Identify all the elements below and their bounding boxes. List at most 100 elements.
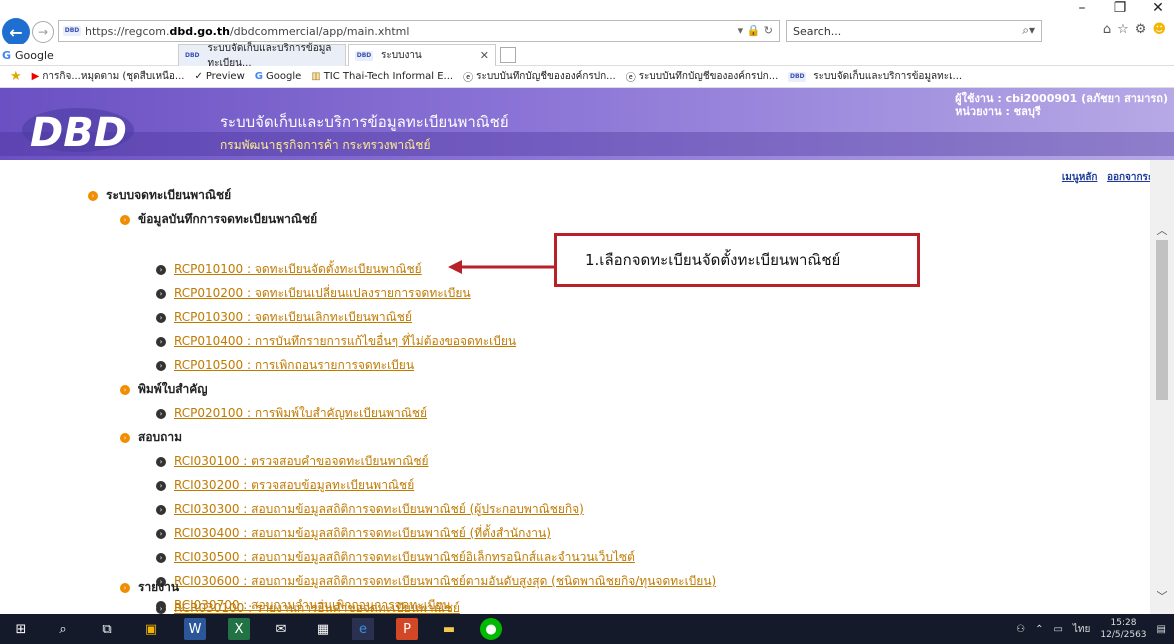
callout-arrow-icon [448,260,554,274]
menu-item[interactable]: › RCP010500 : การเพิกถอนรายการจดทะเบียน [156,356,414,375]
favorite-item[interactable]: ▥ TIC Thai-Tech Informal E... [311,71,453,82]
bullet-icon: › [156,312,166,323]
windows-taskbar: ⊞ ⌕ ⧉ ▣ W X ✉ ▦ e P ▬ ● ⚇ ⌃ ▭ ไทย 15:28 … [0,614,1174,644]
back-button[interactable]: ← [2,18,30,46]
menu-item[interactable]: › RCI030400 : สอบถามข้อมูลสถิติการจดทะเบี… [156,524,551,543]
search-icon[interactable]: ⌕▾ [1022,23,1035,38]
new-tab-button[interactable] [500,47,516,63]
google-label: Google [15,48,54,62]
tab-dbd-system[interactable]: DBD ระบบจัดเก็บและบริการข้อมูลทะเบียน... [178,43,346,69]
mail-icon[interactable]: ✉ [270,618,292,640]
menu-link[interactable]: RCI030300 : สอบถามข้อมูลสถิติการจดทะเบีย… [174,500,584,519]
menu-item[interactable]: › RCP010200 : จดทะเบียนเปลี่ยนแปลงรายการจ… [156,284,471,303]
tray-chevron-icon[interactable]: ⌃ [1035,624,1043,635]
forward-button[interactable]: → [32,21,54,43]
menu-item[interactable]: › RCI030300 : สอบถามข้อมูลสถิติการจดทะเบี… [156,500,584,519]
favorite-item[interactable]: DBD ระบบจัดเก็บและบริการข้อมูลทะเ... [788,69,962,84]
menu-item[interactable]: › RCP020100 : การพิมพ์ใบสำคัญทะเบียนพาณิช… [156,404,427,423]
favorites-bar: ★ ▶ การกิจ...หมุดตาม (ชุดสืบเหนือ... ✓ Pre… [0,66,1174,88]
favorite-item[interactable]: ⓔ ระบบบันทึกบัญชีขององค์กรปก... [463,69,616,84]
scrollbar-thumb[interactable] [1156,240,1168,400]
excel-icon[interactable]: X [228,618,250,640]
close-tab-icon[interactable]: ✕ [480,49,489,62]
url-field[interactable]: DBD https://regcom.dbd.go.th/dbdcommerci… [58,20,780,42]
menu-link[interactable]: RCP010400 : การบันทึกรายการแก้ไขอื่นๆ ที… [174,332,516,351]
menu-link[interactable]: RCP010500 : การเพิกถอนรายการจดทะเบียน [174,356,414,375]
menu-link[interactable]: RCI030500 : สอบถามข้อมูลสถิติการจดทะเบีย… [174,548,635,567]
user-line: ผู้ใช้งาน : cbi2000901 (ลภัชยา สามารถ) [955,92,1168,105]
close-button[interactable]: ✕ [1148,0,1168,16]
menu-section-print: › พิมพ์ใบสำคัญ [120,380,208,399]
section-label: สอบถาม [138,430,183,444]
search-input[interactable]: Search... ⌕▾ [786,20,1042,42]
google-bookmark[interactable]: G Google [2,46,162,64]
bullet-icon: › [156,408,166,419]
bullet-icon: › [156,288,166,299]
internet-explorer-icon[interactable]: e [352,618,374,640]
svg-text:DBD: DBD [30,110,127,156]
clock[interactable]: 15:28 12/5/2563 [1100,617,1146,641]
favorite-item[interactable]: ▶ การกิจ...หมุดตาม (ชุดสืบเหนือ... [32,69,185,84]
site-subtitle: กรมพัฒนาธุรกิจการค้า กระทรวงพาณิชย์ [220,138,431,152]
settings-gear-icon[interactable]: ⚙ [1135,22,1147,37]
notifications-icon[interactable]: ▤ [1157,624,1166,635]
calculator-icon[interactable]: ▦ [312,618,334,640]
menu-item[interactable]: › RCP010300 : จดทะเบียนเลิกทะเบียนพาณิชย์ [156,308,412,327]
menu-item[interactable]: › RCI030100 : ตรวจสอบคำขอจดทะเบียนพาณิชย์ [156,452,429,471]
windows-start-icon[interactable]: ⊞ [10,618,32,640]
menu-link[interactable]: RCI030200 : ตรวจสอบข้อมูลทะเบียนพาณิชย์ [174,476,414,495]
header-band [0,132,1174,156]
menu-item[interactable]: › RCI030200 : ตรวจสอบข้อมูลทะเบียนพาณิชย์ [156,476,414,495]
window-controls: – ❐ ✕ [1072,0,1168,16]
menu-link[interactable]: RCI030100 : ตรวจสอบคำขอจดทะเบียนพาณิชย์ [174,452,429,471]
unit-line: หน่วยงาน : ชลบุรี [955,105,1041,118]
bullet-icon: › [156,360,166,371]
bullet-icon: › [156,336,166,347]
dbd-favicon-icon: DBD [63,26,81,36]
favorite-item[interactable]: ⓔ ระบบบันทึกบัญชีขององค์กรปก... [626,69,779,84]
menu-link[interactable]: RCI030400 : สอบถามข้อมูลสถิติการจดทะเบีย… [174,524,551,543]
word-icon[interactable]: W [184,618,206,640]
menu-link[interactable]: RCP010300 : จดทะเบียนเลิกทะเบียนพาณิชย์ [174,308,412,327]
file-explorer-icon[interactable]: ▬ [438,618,460,640]
line-app-icon[interactable]: ● [480,618,502,640]
menu-link[interactable]: RCP010200 : จดทะเบียนเปลี่ยนแปลงรายการจด… [174,284,471,303]
menu-section-inquiry: › สอบถาม [120,428,182,447]
menu-item[interactable]: › RCI030600 : สอบถามข้อมูลสถิติการจดทะเบี… [156,572,716,591]
scroll-down-arrow-icon[interactable]: ﹀ [1150,588,1174,604]
people-icon[interactable]: ⚇ [1016,624,1025,635]
bullet-icon: › [156,504,166,515]
menu-link[interactable]: RCP020100 : การพิมพ์ใบสำคัญทะเบียนพาณิชย… [174,404,427,423]
favorites-star-icon[interactable]: ☆ [1117,22,1129,37]
search-icon[interactable]: ⌕ [52,618,74,640]
callout-text: 1.เลือกจดทะเบียนจัดตั้งทะเบียนพาณิชย์ [585,251,841,269]
powerpoint-icon[interactable]: P [396,618,418,640]
section-label: พิมพ์ใบสำคัญ [138,382,208,396]
scroll-up-arrow-icon[interactable]: ︿ [1150,222,1174,238]
store-icon[interactable]: ▣ [140,618,162,640]
clock-date: 12/5/2563 [1100,630,1147,640]
favorite-item[interactable]: ✓ Preview [194,71,244,82]
lock-refresh-icon[interactable]: ▾ 🔒 ↻ [738,24,773,37]
google-icon: G [254,71,263,82]
minimize-button[interactable]: – [1072,0,1092,16]
menu-link[interactable]: RCI030600 : สอบถามข้อมูลสถิติการจดทะเบีย… [174,572,716,591]
tab-work-system[interactable]: DBD ระบบงาน ✕ [348,44,496,66]
menu-item[interactable]: › RCI030500 : สอบถามข้อมูลสถิติการจดทะเบี… [156,548,635,567]
favorites-star-icon[interactable]: ★ [10,69,22,84]
system-tray: ⚇ ⌃ ▭ ไทย 15:28 12/5/2563 ▤ [1016,614,1166,644]
menu-item[interactable]: › RCP010400 : การบันทึกรายการแก้ไขอื่นๆ ท… [156,332,516,351]
preview-icon: ✓ [194,71,203,82]
maximize-button[interactable]: ❐ [1110,0,1130,16]
network-icon[interactable]: ▭ [1053,624,1062,635]
page-scrollbar[interactable]: ︿ ﹀ [1150,160,1174,614]
main-menu-link[interactable]: เมนูหลัก [1062,172,1098,183]
url-text: https://regcom.dbd.go.th/dbdcommercial/a… [85,24,410,38]
home-icon[interactable]: ⌂ [1103,22,1111,37]
feedback-smiley-icon[interactable]: ☻ [1152,22,1166,37]
favorite-item[interactable]: G Google [255,71,301,82]
task-view-icon[interactable]: ⧉ [96,618,118,640]
language-indicator[interactable]: ไทย [1073,622,1090,637]
browser-address-bar-row: ← → DBD https://regcom.dbd.go.th/dbdcomm… [0,0,1174,46]
google-icon: G [2,48,12,62]
